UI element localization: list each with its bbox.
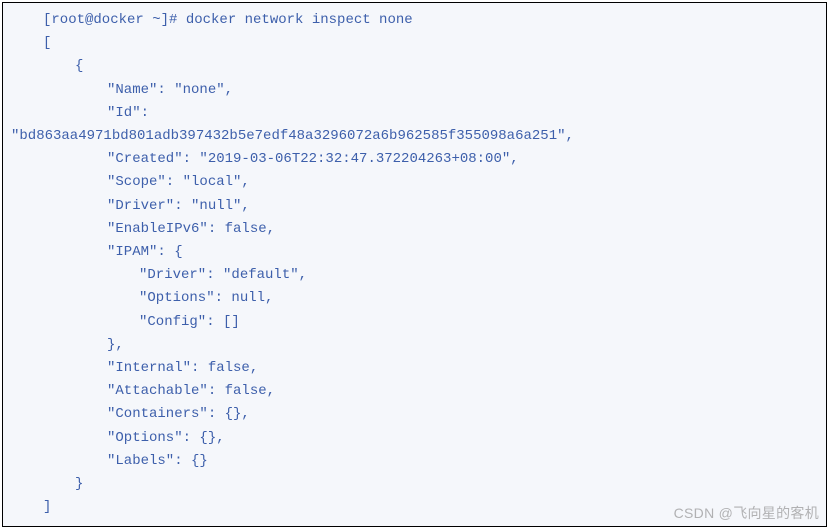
terminal-code-block: [root@docker ~]# docker network inspect …	[2, 2, 827, 527]
watermark-text: CSDN @飞向星的客机	[674, 503, 819, 523]
json-ipam-options: "Options": null,	[3, 287, 826, 310]
json-open-bracket: [	[3, 32, 826, 55]
json-options-field: "Options": {},	[3, 427, 826, 450]
json-name-field: "Name": "none",	[3, 79, 826, 102]
json-id-key: "Id":	[3, 102, 826, 125]
json-scope-field: "Scope": "local",	[3, 171, 826, 194]
json-ipam-close: },	[3, 334, 826, 357]
json-id-value: "bd863aa4971bd801adb397432b5e7edf48a3296…	[3, 125, 826, 148]
command-prompt-line: [root@docker ~]# docker network inspect …	[3, 9, 826, 32]
json-enableipv6-field: "EnableIPv6": false,	[3, 218, 826, 241]
json-ipam-driver: "Driver": "default",	[3, 264, 826, 287]
json-driver-field: "Driver": "null",	[3, 195, 826, 218]
json-containers-field: "Containers": {},	[3, 403, 826, 426]
json-attachable-field: "Attachable": false,	[3, 380, 826, 403]
json-open-brace: {	[3, 55, 826, 78]
json-close-brace: }	[3, 473, 826, 496]
json-labels-field: "Labels": {}	[3, 450, 826, 473]
json-ipam-open: "IPAM": {	[3, 241, 826, 264]
json-internal-field: "Internal": false,	[3, 357, 826, 380]
json-created-field: "Created": "2019-03-06T22:32:47.37220426…	[3, 148, 826, 171]
json-ipam-config: "Config": []	[3, 311, 826, 334]
